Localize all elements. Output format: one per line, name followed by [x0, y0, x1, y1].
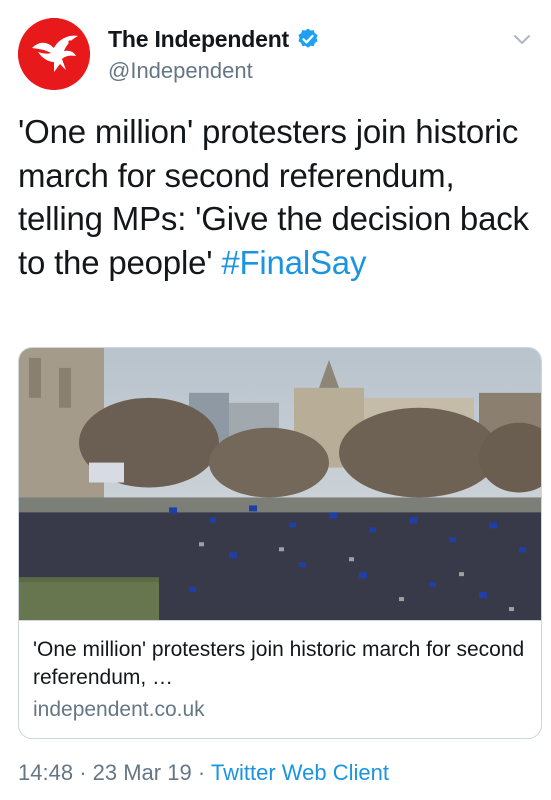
tweet-header: The Independent @Independent	[18, 18, 533, 90]
handle[interactable]: @Independent	[108, 58, 320, 84]
meta-separator: ·	[197, 760, 206, 785]
verified-badge-icon	[298, 28, 318, 48]
meta-separator: ·	[79, 760, 87, 785]
display-name[interactable]: The Independent	[108, 26, 289, 53]
tweet-meta: 14:48 · 23 Mar 19 · Twitter Web Client	[18, 760, 389, 786]
card-title[interactable]: 'One million' protesters join historic m…	[33, 636, 529, 692]
client-link[interactable]: Twitter Web Client	[211, 760, 389, 785]
protest-crowd-image[interactable]	[19, 348, 542, 621]
tweet-text: 'One million' protesters join historic m…	[18, 110, 533, 284]
tweet-date[interactable]: 23 Mar 19	[93, 760, 192, 785]
link-card[interactable]: 'One million' protesters join historic m…	[18, 347, 542, 739]
chevron-down-icon[interactable]	[511, 28, 533, 50]
hashtag-link[interactable]: #FinalSay	[221, 244, 366, 281]
tweet-time[interactable]: 14:48	[18, 760, 73, 785]
eagle-logo-icon	[18, 18, 90, 90]
avatar[interactable]	[18, 18, 90, 90]
card-domain[interactable]: independent.co.uk	[33, 698, 529, 722]
